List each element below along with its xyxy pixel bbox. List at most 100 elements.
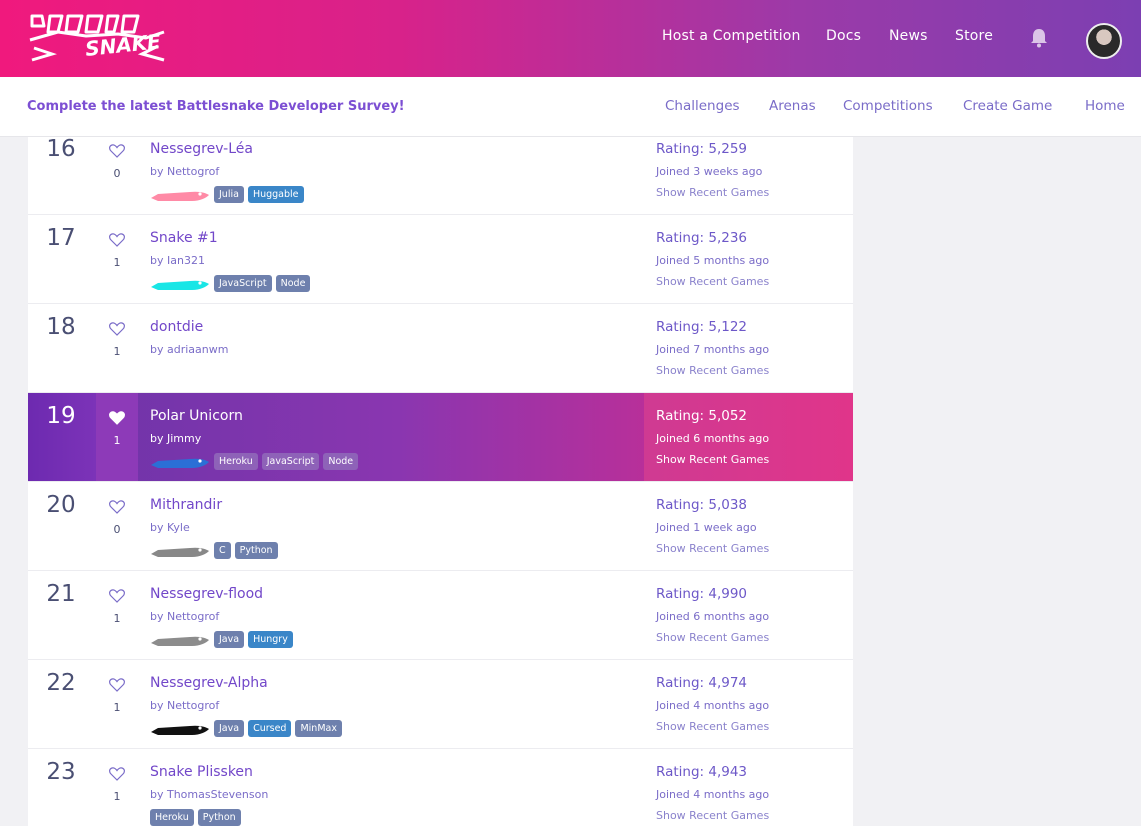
snake-customization-icon: [151, 725, 209, 735]
rank-cell: 19: [28, 393, 96, 481]
battlesnake-logo[interactable]: SNAKE: [28, 12, 168, 64]
show-recent-games-link[interactable]: Show Recent Games: [656, 720, 769, 733]
leaderboard-row: 20 0 Mithrandir by Kyle C Python Rating: …: [28, 482, 853, 571]
snake-name-link[interactable]: Nessegrev-Alpha: [150, 675, 268, 691]
snake-name-link[interactable]: dontdie: [150, 319, 203, 335]
snake-stats: Rating: 5,236 Joined 5 months ago Show R…: [644, 215, 853, 303]
snake-owner-link[interactable]: by Nettogrof: [150, 699, 219, 712]
snake-stats: Rating: 4,990 Joined 6 months ago Show R…: [644, 571, 853, 659]
show-recent-games-link[interactable]: Show Recent Games: [656, 809, 769, 822]
subnav-competitions[interactable]: Competitions: [843, 98, 933, 114]
snake-name-link[interactable]: Mithrandir: [150, 497, 222, 513]
rank-cell: 18: [28, 304, 96, 392]
snake-owner-link[interactable]: by Nettogrof: [150, 165, 219, 178]
tag-list: Java Cursed MinMax: [150, 718, 342, 738]
joined-text: Joined 5 months ago: [656, 254, 770, 267]
tag-list: Julia Huggable: [150, 184, 304, 204]
heart-icon[interactable]: [109, 589, 125, 603]
snake-stats: Rating: 5,038 Joined 1 week ago Show Rec…: [644, 482, 853, 570]
snake-name-link[interactable]: Nessegrev-flood: [150, 586, 263, 602]
leaderboard-row: 22 1 Nessegrev-Alpha by Nettogrof Java Cu…: [28, 660, 853, 749]
show-recent-games-link[interactable]: Show Recent Games: [656, 542, 769, 555]
rating-text: Rating: 5,259: [656, 141, 748, 157]
nav-news[interactable]: News: [889, 28, 928, 44]
snake-owner-link[interactable]: by Kyle: [150, 521, 190, 534]
likes-cell: 1: [96, 571, 138, 659]
snake-info: Nessegrev-Alpha by Nettogrof Java Cursed M…: [150, 660, 640, 748]
bell-icon[interactable]: [1029, 27, 1049, 49]
like-count: 1: [113, 345, 121, 358]
tag-badge[interactable]: Julia: [214, 185, 244, 203]
show-recent-games-link[interactable]: Show Recent Games: [656, 275, 769, 288]
nav-store[interactable]: Store: [955, 28, 993, 44]
snake-stats: Rating: 5,052 Joined 6 months ago Show R…: [644, 393, 853, 481]
like-count: 1: [113, 434, 121, 447]
tag-badge[interactable]: C: [214, 541, 231, 559]
like-count: 1: [113, 612, 121, 625]
snake-owner-link[interactable]: by Ian321: [150, 254, 205, 267]
tag-list: JavaScript Node: [150, 273, 311, 293]
snake-owner-link[interactable]: by adriaanwm: [150, 343, 228, 356]
tag-badge[interactable]: Node: [323, 452, 359, 470]
snake-customization-icon: [151, 636, 209, 646]
tag-badge[interactable]: JavaScript: [214, 274, 272, 292]
tag-badge[interactable]: Java: [214, 630, 245, 648]
snake-owner-link[interactable]: by ThomasStevenson: [150, 788, 268, 801]
tag-badge[interactable]: Huggable: [247, 185, 304, 203]
joined-text: Joined 4 months ago: [656, 699, 770, 712]
show-recent-games-link[interactable]: Show Recent Games: [656, 364, 769, 377]
show-recent-games-link[interactable]: Show Recent Games: [656, 453, 769, 466]
snake-info: Mithrandir by Kyle C Python: [150, 482, 640, 570]
snake-stats: Rating: 4,943 Joined 4 months ago Show R…: [644, 749, 853, 826]
like-count: 1: [113, 701, 121, 714]
snake-customization-icon: [151, 280, 209, 290]
snake-name-link[interactable]: Polar Unicorn: [150, 408, 243, 424]
heart-icon[interactable]: [109, 411, 125, 425]
developer-survey-link[interactable]: Complete the latest Battlesnake Develope…: [27, 99, 405, 114]
subnav-create-game[interactable]: Create Game: [963, 98, 1052, 114]
snake-name-link[interactable]: Snake #1: [150, 230, 218, 246]
rating-text: Rating: 4,943: [656, 764, 748, 780]
subnav-home[interactable]: Home: [1085, 98, 1125, 114]
rank-number: 18: [46, 314, 76, 340]
tag-badge[interactable]: Heroku: [214, 452, 258, 470]
heart-icon[interactable]: [109, 767, 125, 781]
tag-badge[interactable]: MinMax: [295, 719, 342, 737]
heart-icon[interactable]: [109, 678, 125, 692]
tag-badge[interactable]: JavaScript: [261, 452, 320, 470]
snake-owner-link[interactable]: by Nettogrof: [150, 610, 219, 623]
joined-text: Joined 7 months ago: [656, 343, 770, 356]
joined-text: Joined 6 months ago: [656, 432, 770, 445]
heart-icon[interactable]: [109, 322, 125, 336]
tag-list: C Python: [150, 540, 278, 560]
show-recent-games-link[interactable]: Show Recent Games: [656, 186, 769, 199]
heart-icon[interactable]: [109, 500, 125, 514]
tag-badge[interactable]: Python: [197, 808, 241, 826]
nav-host-competition[interactable]: Host a Competition: [662, 28, 801, 44]
tag-badge[interactable]: Heroku: [150, 808, 194, 826]
snake-info: dontdie by adriaanwm: [150, 304, 640, 392]
nav-docs[interactable]: Docs: [826, 28, 861, 44]
tag-badge[interactable]: Hungry: [248, 630, 293, 648]
rank-number: 20: [46, 492, 76, 518]
show-recent-games-link[interactable]: Show Recent Games: [656, 631, 769, 644]
snake-stats: Rating: 5,122 Joined 7 months ago Show R…: [644, 304, 853, 392]
snake-name-link[interactable]: Snake Plissken: [150, 764, 253, 780]
joined-text: Joined 1 week ago: [656, 521, 757, 534]
heart-icon[interactable]: [109, 144, 125, 158]
likes-cell: 1: [96, 393, 138, 481]
tag-badge[interactable]: Node: [275, 274, 311, 292]
tag-badge[interactable]: Python: [234, 541, 278, 559]
subnav-challenges[interactable]: Challenges: [665, 98, 740, 114]
user-avatar[interactable]: [1086, 23, 1122, 59]
tag-badge[interactable]: Java: [214, 719, 245, 737]
snake-owner-link[interactable]: by Jimmy: [150, 432, 201, 445]
top-header: SNAKE Host a Competition Docs News Store: [0, 0, 1141, 77]
heart-icon[interactable]: [109, 233, 125, 247]
subnav-arenas[interactable]: Arenas: [769, 98, 816, 114]
snake-name-link[interactable]: Nessegrev-Léa: [150, 141, 253, 157]
snake-stats: Rating: 4,974 Joined 4 months ago Show R…: [644, 660, 853, 748]
joined-text: Joined 3 weeks ago: [656, 165, 763, 178]
tag-badge[interactable]: Cursed: [248, 719, 292, 737]
snake-customization-icon: [151, 191, 209, 201]
